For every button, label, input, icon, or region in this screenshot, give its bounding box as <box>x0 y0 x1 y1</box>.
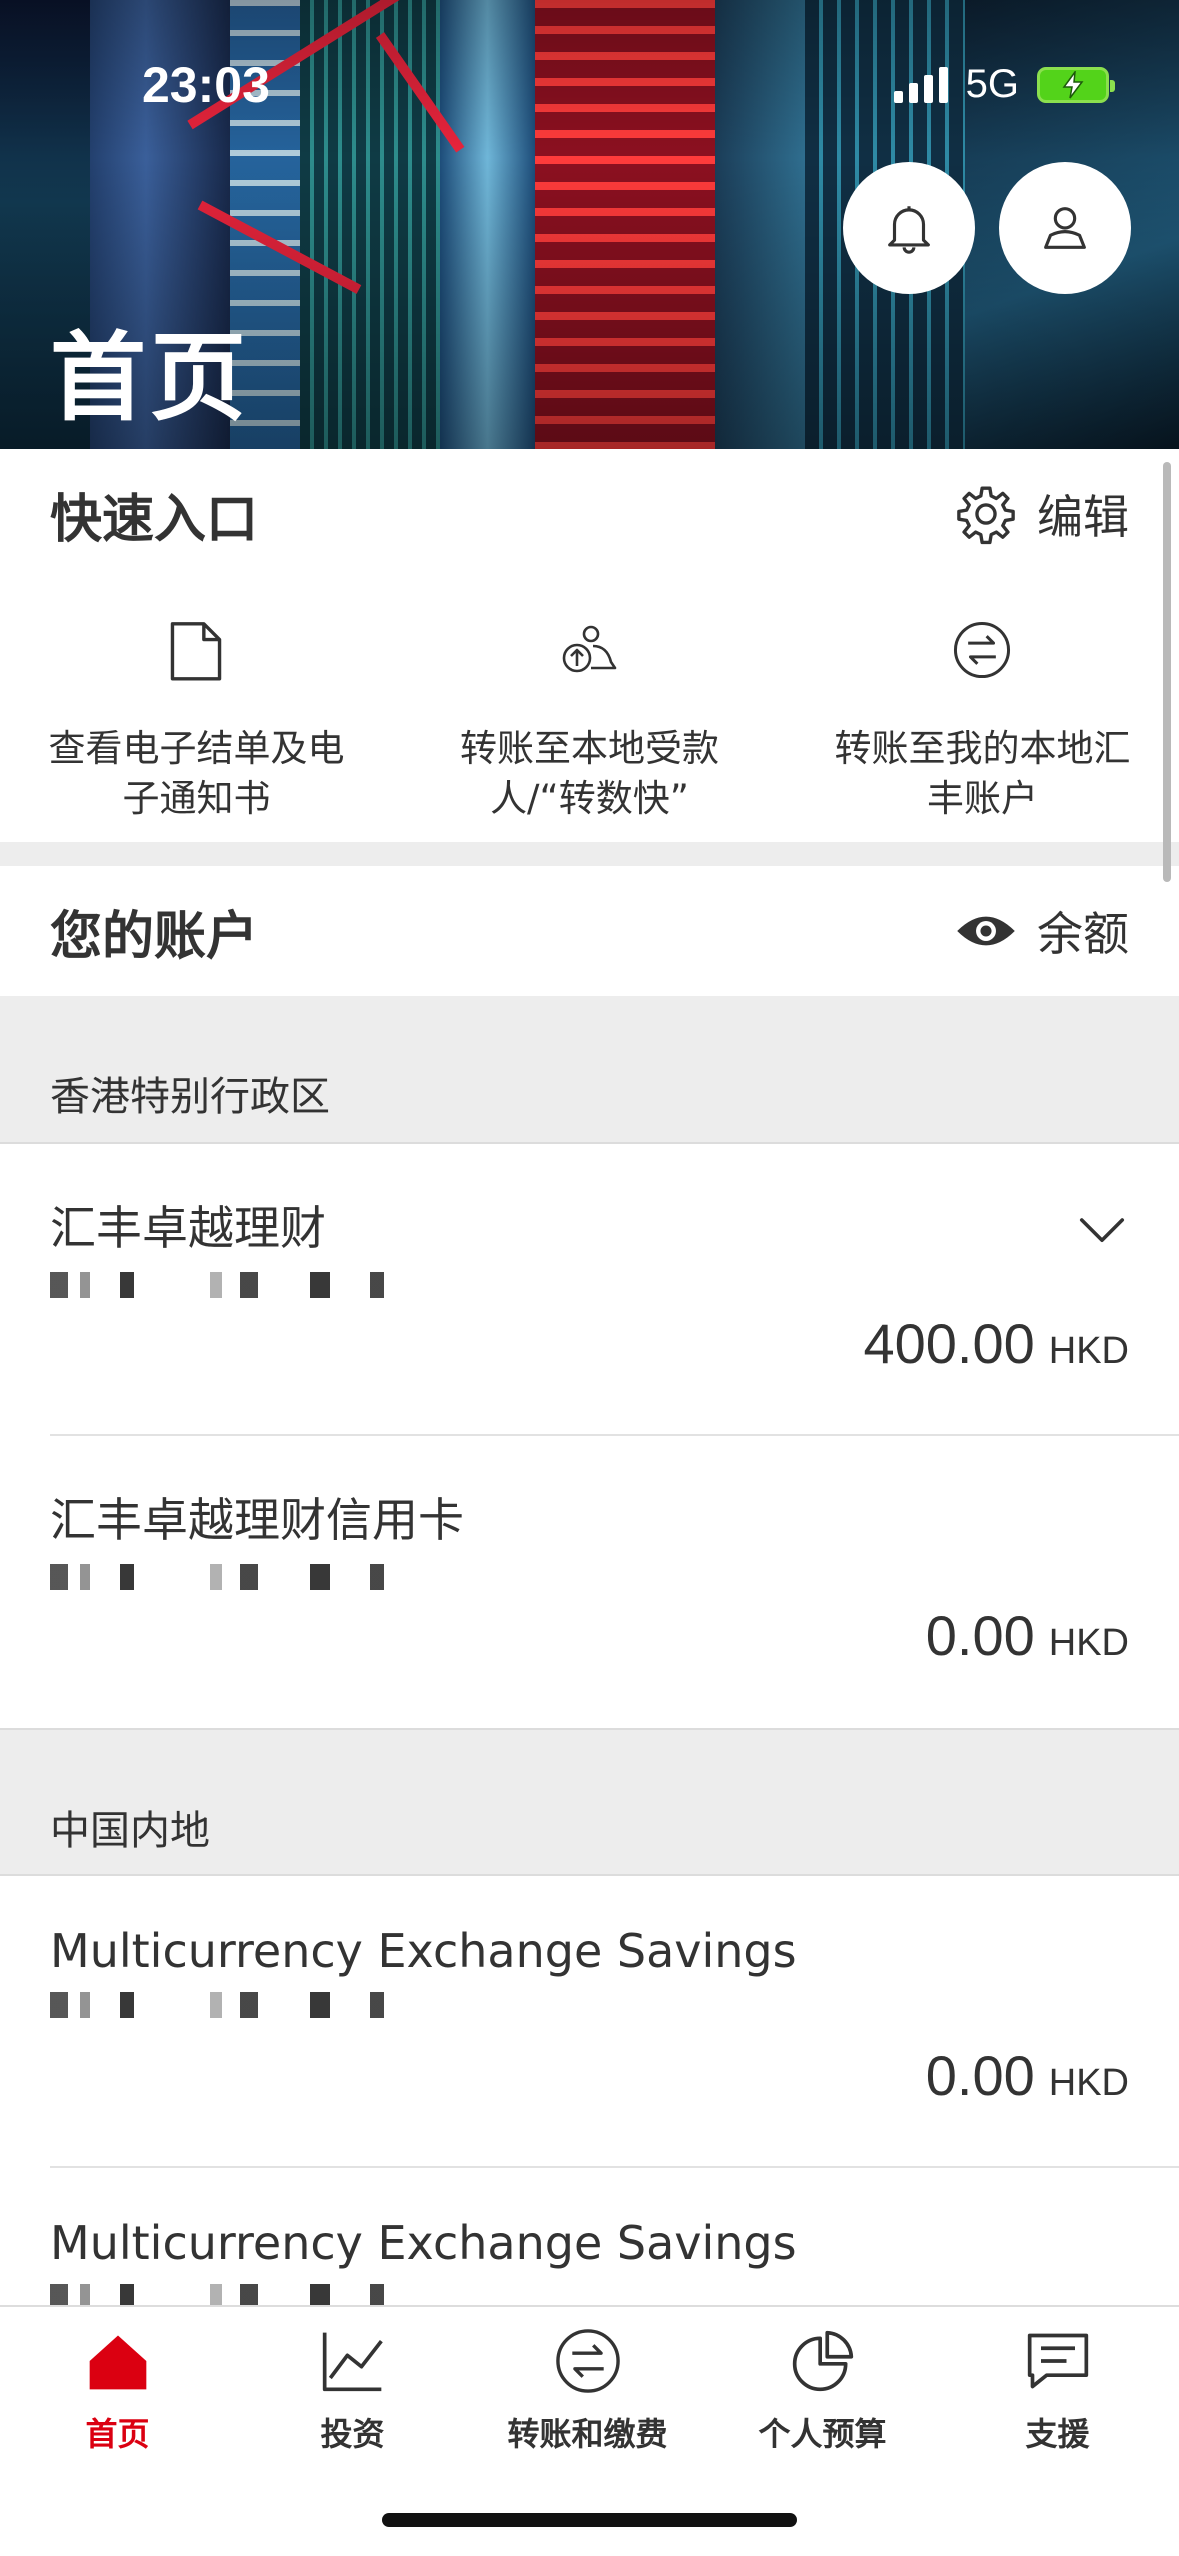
tab-budget[interactable]: 个人预算 <box>705 2327 940 2455</box>
account-currency: HKD <box>1048 1330 1129 1372</box>
chat-icon <box>1027 2333 1088 2389</box>
edit-label: 编辑 <box>1037 490 1129 544</box>
header-banner: 23:03 5G 首页 <box>0 0 1179 449</box>
notifications-button[interactable] <box>843 162 975 294</box>
status-time: 23:03 <box>142 57 270 113</box>
tab-label: 投资 <box>320 2415 385 2453</box>
document-icon <box>171 622 222 681</box>
account-number-masked <box>50 1992 410 2018</box>
account-item[interactable]: 汇丰卓越理财 400.00 HKD <box>0 1144 1179 1436</box>
home-indicator[interactable] <box>382 2513 797 2527</box>
signal-icon <box>893 66 948 103</box>
account-amount: 400.00 <box>863 1312 1035 1375</box>
battery-charging-icon <box>1037 66 1115 103</box>
tab-invest[interactable]: 投资 <box>235 2327 470 2455</box>
chart-line-icon <box>322 2332 383 2392</box>
quick-item-estatements[interactable]: 查看电子结单及电子通知书 <box>0 598 393 838</box>
region-header-hk: 香港特别行政区 <box>0 996 1179 1144</box>
account-name: Multicurrency Exchange Savings <box>50 2216 797 2270</box>
tab-label: 转账和缴费 <box>507 2415 668 2453</box>
gear-icon <box>957 486 1015 545</box>
account-name: Multicurrency Exchange Savings <box>50 1924 797 1978</box>
transfer-payee-icon <box>563 625 617 673</box>
toggle-balance-button[interactable]: 余额 <box>955 898 1129 964</box>
account-amount: 0.00 <box>925 2044 1035 2107</box>
quick-item-transfer-local-payee[interactable]: 转账至本地受款人/“转数快” <box>393 598 786 838</box>
page-title: 首页 <box>50 322 250 434</box>
user-icon <box>1044 207 1086 249</box>
quick-access-grid: 查看电子结单及电子通知书 转账至本地受款人/“转数快” 转账至我的本地汇丰账户 <box>0 598 1179 838</box>
quick-item-label: 查看电子结单及电子通知书 <box>48 727 345 820</box>
quick-item-label: 转账至本地受款人/“转数快” <box>459 727 719 820</box>
chevron-down-icon[interactable] <box>1075 1202 1129 1256</box>
tab-label: 首页 <box>85 2415 150 2453</box>
account-currency: HKD <box>1048 1622 1129 1664</box>
account-number-masked <box>50 1564 520 1590</box>
account-name: 汇丰卓越理财信用卡 <box>50 1493 464 1547</box>
balance-toggle-label: 余额 <box>1037 907 1129 961</box>
transfer-arrows-icon <box>954 621 1011 679</box>
accounts-header: 您的账户 余额 <box>0 866 1179 996</box>
edit-quick-access-button[interactable]: 编辑 <box>955 481 1129 547</box>
account-balance: 0.00 HKD <box>926 2043 1129 2108</box>
account-amount: 0.00 <box>925 1604 1035 1667</box>
network-label: 5G <box>965 62 1019 106</box>
account-number-masked <box>50 1272 410 1298</box>
tab-label: 支援 <box>1025 2415 1090 2453</box>
home-icon <box>89 2335 146 2390</box>
tab-support[interactable]: 支援 <box>940 2327 1175 2455</box>
scrollbar[interactable] <box>1163 462 1171 882</box>
quick-access-header: 快速入口 编辑 <box>0 449 1179 579</box>
quick-item-label: 转账至我的本地汇丰账户 <box>834 727 1131 820</box>
account-item[interactable]: 汇丰卓越理财信用卡 0.00 HKD <box>0 1436 1179 1728</box>
quick-access-title: 快速入口 <box>50 489 259 550</box>
account-balance: 400.00 HKD <box>863 1311 1129 1376</box>
status-icons: 5G <box>893 62 1115 107</box>
transfer-arrows-icon <box>555 2329 620 2393</box>
accounts-title: 您的账户 <box>50 906 259 967</box>
account-currency: HKD <box>1048 2062 1129 2104</box>
account-name: 汇丰卓越理财 <box>50 1201 326 1255</box>
tab-label: 个人预算 <box>758 2415 887 2453</box>
account-item[interactable]: Multicurrency Exchange Savings 0.00 HKD <box>0 1876 1179 2168</box>
quick-item-transfer-own-account[interactable]: 转账至我的本地汇丰账户 <box>786 598 1179 838</box>
eye-icon <box>957 916 1015 946</box>
profile-button[interactable] <box>999 162 1131 294</box>
section-divider <box>0 842 1179 866</box>
pie-chart-icon <box>792 2330 853 2392</box>
tab-transfer-pay[interactable]: 转账和缴费 <box>470 2327 705 2455</box>
region-header-mainland: 中国内地 <box>0 1728 1179 1876</box>
bell-icon <box>888 206 930 254</box>
account-balance: 0.00 HKD <box>926 1603 1129 1668</box>
tab-home[interactable]: 首页 <box>0 2327 235 2455</box>
